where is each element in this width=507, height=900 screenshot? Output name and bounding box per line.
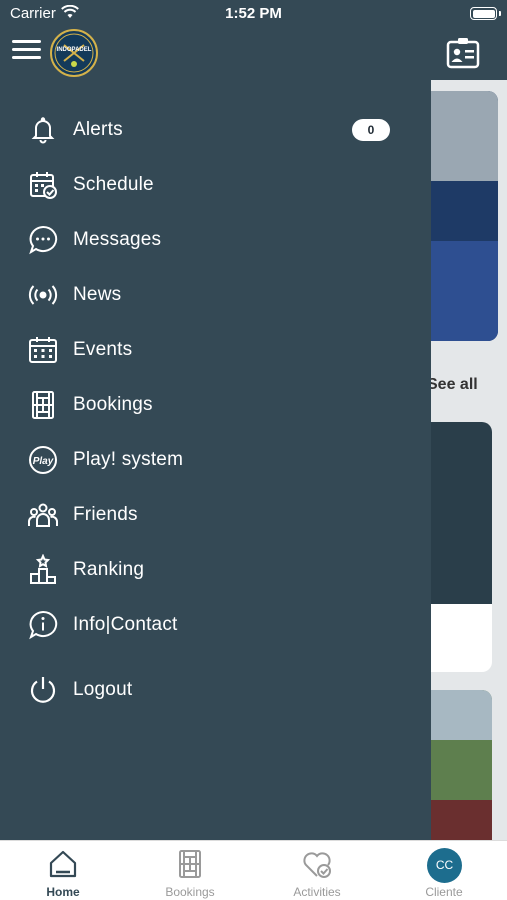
menu-item-schedule[interactable]: Schedule	[0, 160, 431, 210]
side-drawer: Alerts 0 Schedule Messages News Events B…	[0, 80, 431, 840]
tab-home[interactable]: Home	[0, 841, 126, 900]
broadcast-icon	[27, 279, 59, 311]
menu-item-news[interactable]: News	[0, 270, 431, 320]
club-image-card[interactable]	[431, 91, 498, 341]
menu-label-news: News	[73, 284, 122, 305]
court-photo-card[interactable]	[431, 690, 492, 840]
menu-item-info-contact[interactable]: Info|Contact	[0, 600, 431, 650]
menu-item-events[interactable]: Events	[0, 325, 431, 375]
podium-icon	[27, 553, 59, 586]
calendar-check-icon	[27, 169, 59, 201]
menu-label-friends: Friends	[73, 504, 138, 525]
menu-item-logout[interactable]: Logout	[0, 665, 431, 715]
status-bar: Carrier 1:52 PM	[0, 0, 507, 28]
tab-label-activities: Activities	[293, 885, 341, 899]
menu-label-play-system: Play! system	[73, 449, 184, 470]
group-icon	[27, 499, 59, 531]
menu-label-events: Events	[73, 339, 133, 360]
menu-item-play-system[interactable]: Play Play! system	[0, 435, 431, 485]
bottom-tab-bar: Home Bookings Activities CC Cliente	[0, 840, 507, 900]
menu-label-logout: Logout	[73, 679, 133, 700]
play-badge-icon: Play	[27, 444, 59, 476]
tab-activities[interactable]: Activities	[254, 841, 380, 900]
menu-label-alerts: Alerts	[73, 119, 123, 140]
menu-label-info-contact: Info|Contact	[73, 614, 178, 635]
menu-item-alerts[interactable]: Alerts 0	[0, 105, 431, 155]
tab-label-home: Home	[46, 885, 80, 899]
menu-item-bookings[interactable]: Bookings	[0, 380, 431, 430]
court-icon	[174, 848, 206, 880]
court-icon	[27, 389, 59, 421]
menu-label-schedule: Schedule	[73, 174, 154, 195]
info-bubble-icon	[27, 609, 59, 641]
logo-text: INDOPADEL	[56, 47, 92, 53]
menu-item-messages[interactable]: Messages	[0, 215, 431, 265]
menu-label-messages: Messages	[73, 229, 162, 250]
chat-bubble-icon	[27, 224, 59, 256]
tab-label-cliente: Cliente	[425, 885, 463, 899]
tab-cliente[interactable]: CC Cliente	[381, 841, 507, 900]
home-icon	[47, 848, 79, 880]
battery-icon	[470, 7, 497, 20]
heart-check-icon	[301, 848, 333, 880]
home-content-background: See all	[431, 80, 507, 840]
alerts-count-badge: 0	[352, 119, 390, 141]
clock: 1:52 PM	[225, 5, 282, 22]
id-card-icon[interactable]	[446, 37, 480, 69]
tab-label-bookings: Bookings	[165, 885, 215, 899]
battery-tip	[499, 11, 501, 16]
menu-item-friends[interactable]: Friends	[0, 490, 431, 540]
hamburger-menu-icon[interactable]	[12, 38, 42, 62]
power-icon	[27, 674, 59, 706]
bell-icon	[27, 114, 59, 146]
see-all-link[interactable]: See all	[431, 376, 478, 394]
avatar: CC	[427, 848, 462, 883]
tab-bookings[interactable]: Bookings	[127, 841, 253, 900]
menu-item-ranking[interactable]: Ranking	[0, 545, 431, 595]
activity-card[interactable]	[431, 422, 492, 672]
club-logo[interactable]: INDOPADEL	[50, 29, 98, 77]
menu-label-bookings: Bookings	[73, 394, 153, 415]
calendar-grid-icon	[27, 334, 59, 366]
svg-text:Play: Play	[33, 456, 54, 467]
top-bar: Carrier 1:52 PM INDOPADEL	[0, 0, 507, 80]
menu-label-ranking: Ranking	[73, 559, 145, 580]
